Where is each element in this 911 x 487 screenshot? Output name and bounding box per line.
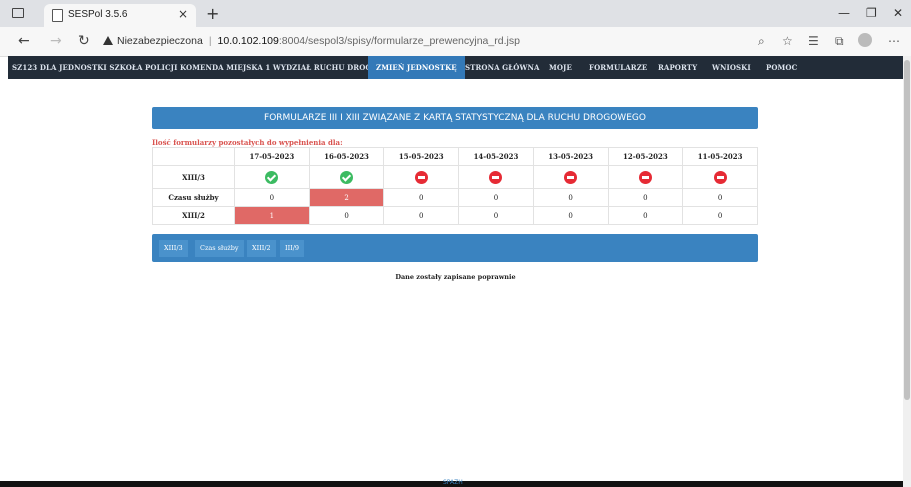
row-label: XIII/2 (152, 206, 235, 225)
date-header: 14-05-2023 (458, 147, 534, 166)
new-tab-button[interactable]: + (206, 4, 219, 23)
header-empty (152, 147, 235, 166)
status-cell[interactable] (532, 165, 609, 189)
address-bar: ← → ↻ Niezabezpieczona | 10.0.102.109:8004… (0, 27, 911, 57)
close-window-icon[interactable]: ✕ (893, 6, 903, 20)
status-cell[interactable] (607, 165, 684, 189)
row-label: XIII/3 (152, 165, 235, 189)
footer-text: SPAZH (443, 479, 463, 486)
browser-tab[interactable]: SESPol 3.5.6 × (44, 4, 196, 27)
profile-avatar[interactable] (858, 33, 872, 47)
scroll-thumb[interactable] (904, 60, 910, 400)
favorites-icon[interactable]: ☰ (808, 34, 819, 48)
table-header-row: 17-05-2023 16-05-2023 15-05-2023 14-05-2… (152, 147, 758, 166)
status-cell[interactable] (308, 165, 385, 189)
change-unit-button[interactable]: ZMIEŃ JEDNOSTKĘ (368, 56, 465, 79)
date-header: 12-05-2023 (607, 147, 684, 166)
warning-icon (103, 36, 113, 45)
xiii2-button[interactable]: XIII/2 (247, 240, 276, 257)
minus-icon[interactable] (638, 170, 652, 184)
check-icon[interactable] (340, 170, 354, 184)
table-row: Czasu służby 0 2 0 0 0 0 0 (152, 188, 758, 207)
app-navbar: SZ123 DLA JEDNOSTKI SZKOŁA POLICJI KOMEN… (8, 56, 903, 79)
collections-icon[interactable]: ⧉ (835, 34, 844, 49)
back-icon[interactable]: ← (18, 33, 30, 49)
date-header: 17-05-2023 (234, 147, 310, 166)
count-cell: 0 (383, 206, 460, 225)
panel-title: FORMULARZE III I XIII ZWIĄZANE Z KARTĄ S… (152, 107, 758, 129)
minus-icon[interactable] (564, 170, 578, 184)
table-row: XIII/2 1 0 0 0 0 0 0 (152, 206, 758, 225)
reload-icon[interactable]: ↻ (78, 33, 90, 49)
count-cell: 0 (532, 188, 609, 207)
check-icon[interactable] (265, 170, 279, 184)
status-cell[interactable] (458, 165, 534, 189)
count-cell[interactable]: 1 (234, 206, 310, 225)
zoom-icon[interactable]: ⌕ (758, 34, 765, 49)
url-field[interactable]: Niezabezpieczona | 10.0.102.109:8004/sespo… (103, 35, 520, 47)
nav-requests[interactable]: WNIOSKI (712, 63, 751, 72)
favorite-add-icon[interactable]: ☆ (782, 34, 793, 48)
form-buttons-bar: XIII/3 Czas służby XIII/2 III/9 (152, 234, 758, 262)
table-row: XIII/3 (152, 165, 758, 189)
page-icon (52, 9, 63, 22)
count-cell: 0 (458, 188, 534, 207)
service-time-button[interactable]: Czas służby (195, 240, 244, 257)
minus-icon[interactable] (713, 170, 727, 184)
security-label: Niezabezpieczona (117, 35, 203, 47)
xiii3-button[interactable]: XIII/3 (159, 240, 188, 257)
nav-reports[interactable]: RAPORTY (658, 63, 697, 72)
tab-actions-icon[interactable] (12, 8, 24, 18)
nav-home[interactable]: STRONA GŁÓWNA (465, 63, 539, 72)
url-host: 10.0.102.109 (217, 35, 279, 47)
count-cell[interactable]: 2 (308, 188, 385, 207)
count-cell: 0 (682, 206, 758, 225)
minimize-icon[interactable]: — (838, 6, 850, 20)
forward-icon[interactable]: → (50, 33, 62, 49)
count-cell: 0 (607, 206, 684, 225)
remaining-forms-label: Ilość formularzy pozostałych do wypełnie… (152, 138, 343, 147)
nav-help[interactable]: POMOC (766, 63, 797, 72)
date-header: 16-05-2023 (308, 147, 385, 166)
url-path: :8004/sespol3/spisy/formularze_prewencyj… (278, 35, 520, 47)
save-confirmation: Dane zostały zapisane poprawnie (395, 273, 516, 281)
status-cell[interactable] (682, 165, 758, 189)
iii9-button[interactable]: III/9 (280, 240, 305, 257)
status-cell[interactable] (234, 165, 310, 189)
row-label: Czasu służby (152, 188, 235, 207)
restore-icon[interactable]: ❐ (866, 6, 877, 20)
tab-close-icon[interactable]: × (178, 7, 188, 21)
minus-icon[interactable] (414, 170, 428, 184)
unit-label: SZ123 DLA JEDNOSTKI SZKOŁA POLICJI KOMEN… (12, 63, 404, 72)
date-header: 13-05-2023 (532, 147, 609, 166)
minus-icon[interactable] (489, 170, 503, 184)
count-cell: 0 (532, 206, 609, 225)
nav-mine[interactable]: MOJE (549, 63, 572, 72)
count-cell: 0 (234, 188, 310, 207)
tab-title: SESPol 3.5.6 (68, 9, 128, 20)
count-cell: 0 (682, 188, 758, 207)
count-cell: 0 (458, 206, 534, 225)
forms-status-table: 17-05-2023 16-05-2023 15-05-2023 14-05-2… (152, 147, 758, 225)
nav-forms[interactable]: FORMULARZE (589, 63, 647, 72)
status-cell[interactable] (383, 165, 460, 189)
count-cell: 0 (308, 206, 385, 225)
count-cell: 0 (607, 188, 684, 207)
count-cell: 0 (383, 188, 460, 207)
page-scrollbar[interactable] (903, 56, 911, 487)
date-header: 15-05-2023 (383, 147, 460, 166)
date-header: 11-05-2023 (682, 147, 758, 166)
browser-tab-bar: SESPol 3.5.6 × + — ❐ ✕ (0, 0, 911, 27)
more-menu-icon[interactable]: ⋯ (888, 34, 900, 48)
